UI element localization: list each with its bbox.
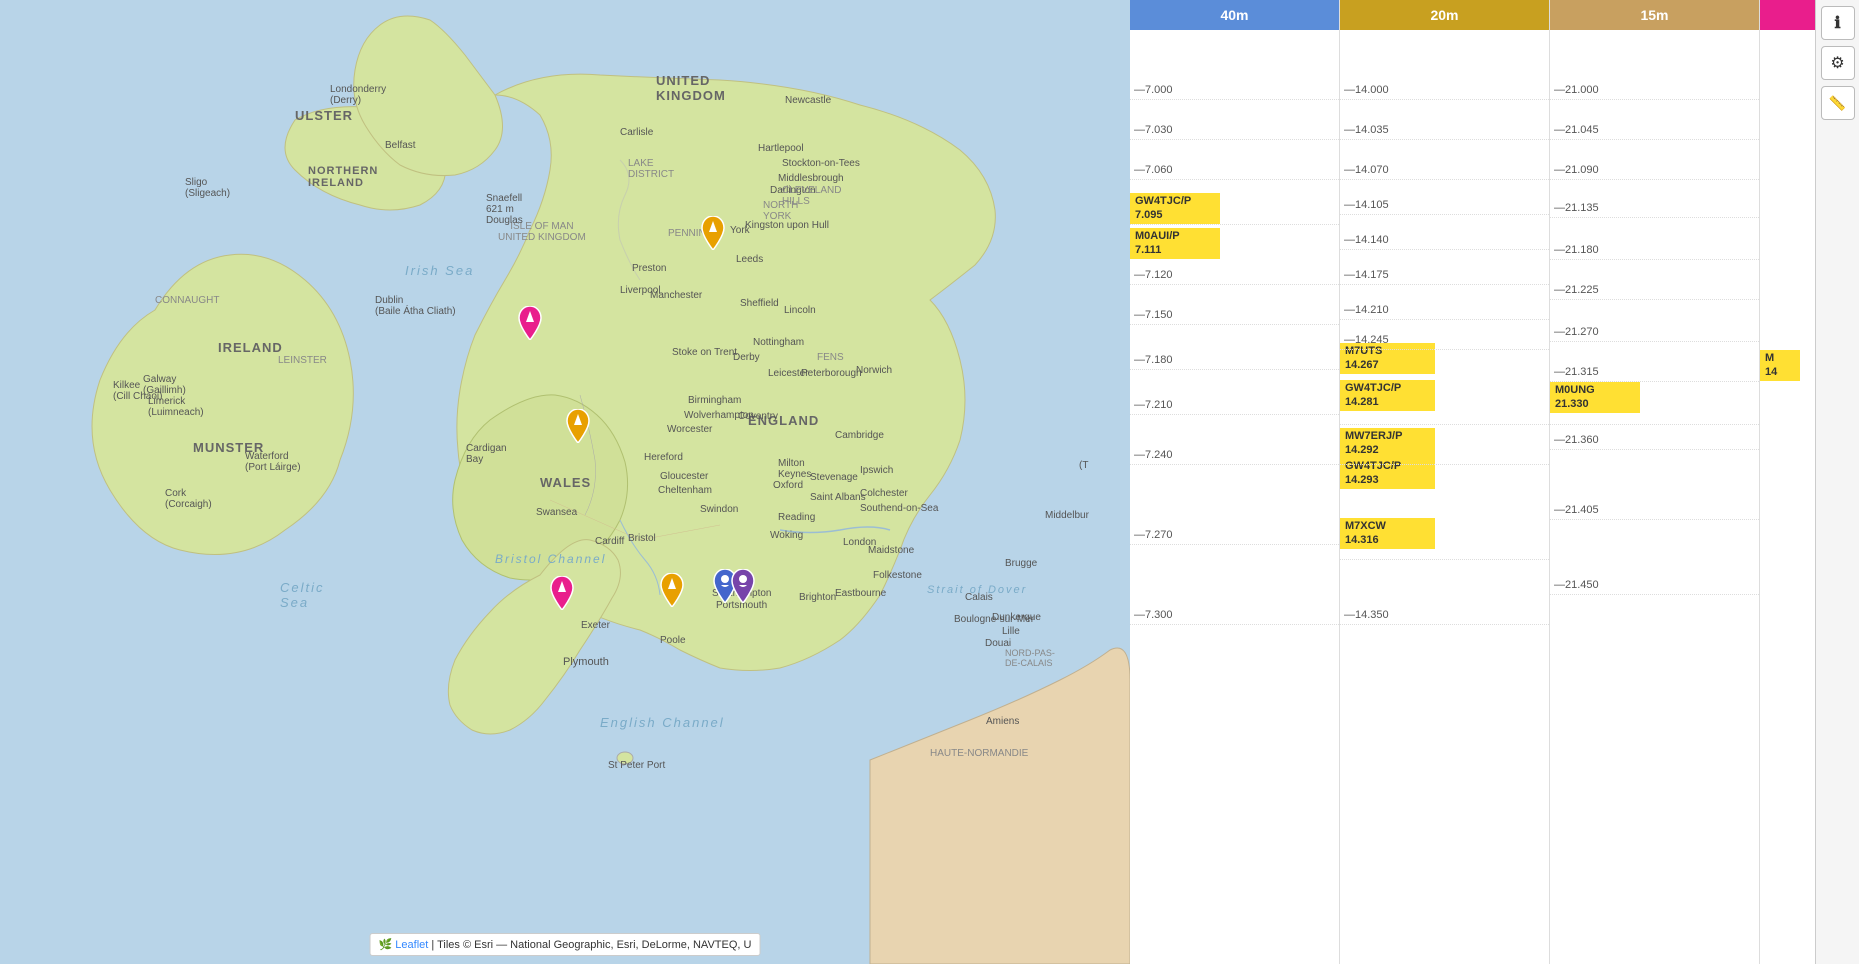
tick-7150: —7.150 xyxy=(1130,305,1339,325)
tick-7300: —7.300 xyxy=(1130,605,1339,625)
tick-21270: —21.270 xyxy=(1550,322,1759,342)
col-40m-header[interactable]: 40m xyxy=(1130,0,1339,30)
tick-21045: —21.045 xyxy=(1550,120,1759,140)
tick-7060: —7.060 xyxy=(1130,160,1339,180)
tick-7270: —7.270 xyxy=(1130,525,1339,545)
station-m-partial[interactable]: M14 xyxy=(1760,350,1800,381)
marker-pink-wales[interactable] xyxy=(516,306,544,345)
col-20m: 20m M7UTS14.267 GW4TJC/P14.281 MW7ERJ/P1… xyxy=(1340,0,1550,964)
tick-21135: —21.135 xyxy=(1550,198,1759,218)
info-icon: ℹ xyxy=(1834,13,1840,33)
tick-14350: —14.350 xyxy=(1340,605,1549,625)
tick-14035: —14.035 xyxy=(1340,120,1549,140)
tick-14140: —14.140 xyxy=(1340,230,1549,250)
tick-21450: —21.450 xyxy=(1550,575,1759,595)
tick-14316 xyxy=(1340,540,1549,560)
marker-purple-portsmouth[interactable] xyxy=(729,569,757,608)
tick-21090: —21.090 xyxy=(1550,160,1759,180)
col-pink-header[interactable] xyxy=(1760,0,1815,30)
tick-21405: —21.405 xyxy=(1550,500,1759,520)
col-15m-body: M0UNG21.330 —21.000 —21.045 —21.090 —21.… xyxy=(1550,30,1759,964)
frequency-columns: 40m GW4TJC/P7.095 M0AUI/P7.111 —7.000 —7… xyxy=(1130,0,1815,964)
tick-21225: —21.225 xyxy=(1550,280,1759,300)
tick-14175: —14.175 xyxy=(1340,265,1549,285)
tick-7095 xyxy=(1130,205,1339,225)
col-40m: 40m GW4TJC/P7.095 M0AUI/P7.111 —7.000 —7… xyxy=(1130,0,1340,964)
col-15m-header[interactable]: 15m xyxy=(1550,0,1759,30)
tick-21180: —21.180 xyxy=(1550,240,1759,260)
ruler-icon: 📏 xyxy=(1829,95,1846,112)
tick-7030: —7.030 xyxy=(1130,120,1339,140)
tick-7120: —7.120 xyxy=(1130,265,1339,285)
tick-7240: —7.240 xyxy=(1130,445,1339,465)
tick-14070: —14.070 xyxy=(1340,160,1549,180)
col-20m-body: M7UTS14.267 GW4TJC/P14.281 MW7ERJ/P14.29… xyxy=(1340,30,1549,964)
ruler-button[interactable]: 📏 xyxy=(1821,86,1855,120)
tick-14292 xyxy=(1340,445,1549,465)
tick-14281 xyxy=(1340,405,1549,425)
tick-14105: —14.105 xyxy=(1340,195,1549,215)
tick-7000: —7.000 xyxy=(1130,80,1339,100)
frequency-panel: 40m GW4TJC/P7.095 M0AUI/P7.111 —7.000 —7… xyxy=(1130,0,1859,964)
settings-button[interactable]: ⚙ xyxy=(1821,46,1855,80)
col-pink: M14 xyxy=(1760,0,1815,964)
col-15m: 15m M0UNG21.330 —21.000 —21.045 —21.090 … xyxy=(1550,0,1760,964)
leaflet-logo: 🌿 Leaflet xyxy=(379,939,429,951)
map-attribution: 🌿 Leaflet | Tiles © Esri — National Geog… xyxy=(370,933,761,956)
tick-14245: —14.245 xyxy=(1340,330,1549,350)
info-button[interactable]: ℹ xyxy=(1821,6,1855,40)
col-20m-header[interactable]: 20m xyxy=(1340,0,1549,30)
tick-7180: —7.180 xyxy=(1130,350,1339,370)
marker-gold-wales-mid[interactable] xyxy=(564,409,592,448)
tick-14210: —14.210 xyxy=(1340,300,1549,320)
toolbar: ℹ ⚙ 📏 xyxy=(1815,0,1859,964)
tick-21000: —21.000 xyxy=(1550,80,1759,100)
col-40m-body: GW4TJC/P7.095 M0AUI/P7.111 —7.000 —7.030… xyxy=(1130,30,1339,964)
col-pink-body: M14 xyxy=(1760,30,1815,964)
marker-pink-sw[interactable] xyxy=(548,576,576,615)
tick-21330 xyxy=(1550,405,1759,425)
tick-21360: —21.360 xyxy=(1550,430,1759,450)
map[interactable]: ULSTER Londonderry(Derry) Belfast Sligo(… xyxy=(0,0,1130,964)
gear-icon: ⚙ xyxy=(1830,53,1844,73)
tick-21315: —21.315 xyxy=(1550,362,1759,382)
marker-gold-dorset[interactable] xyxy=(658,573,686,612)
marker-gold-pennines[interactable] xyxy=(699,216,727,255)
tick-14000: —14.000 xyxy=(1340,80,1549,100)
station-m0auip-40m[interactable]: M0AUI/P7.111 xyxy=(1130,228,1220,259)
attribution-text: | Tiles © Esri — National Geographic, Es… xyxy=(431,939,751,951)
tick-7210: —7.210 xyxy=(1130,395,1339,415)
